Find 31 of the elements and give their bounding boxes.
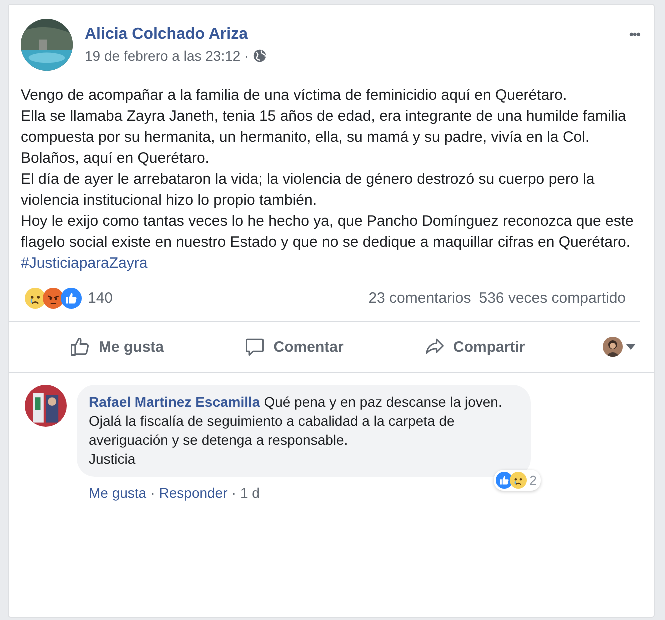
angry-reaction-icon	[43, 288, 64, 309]
post-paragraph: El día de ayer le arrebataron la vida; la violencia de género destrozó su cuerpo pero la violencia institucional hizo lo propio también.	[21, 170, 596, 211]
like-reaction-icon	[61, 288, 82, 309]
sad-reaction-icon	[510, 472, 527, 489]
post-paragraph: Hoy le exijo como tantas veces lo he hecho ya, que Pancho Domínguez reconozca que este flagelo social existe en nuestro Estado y que no se dedique a maquillar cifras en Querétaro.	[21, 212, 635, 253]
caret-icon	[626, 344, 636, 350]
comment-reaction-count: 2	[530, 472, 537, 490]
speech-bubble-icon	[244, 336, 266, 358]
sad-reaction-icon	[25, 288, 46, 309]
hashtag-link[interactable]: #JusticiaparaZayra	[21, 255, 148, 272]
comment-button[interactable]: Comentar	[240, 332, 348, 362]
thumbs-up-icon	[69, 336, 91, 358]
post-time[interactable]: 19 de febrero a las 23:12 ·	[85, 48, 250, 64]
author-name[interactable]: Alicia Colchado Ariza	[85, 26, 618, 44]
commenter-name[interactable]: Rafael Martinez Escamilla	[89, 394, 260, 410]
comments-count[interactable]: 23 comentarios	[368, 290, 472, 307]
post-paragraph: Ella se llamaba Zayra Janeth, tenia 15 años de edad, era integrante de una humilde familia compuesta por su hermanita, un hermanito, ella, su mamá y su padre, vivía en la Col. Bolaños, aquí en Querétaro.	[21, 107, 628, 169]
like-link[interactable]: Me gusta	[89, 485, 147, 501]
comment-age[interactable]: 1 d	[240, 485, 260, 501]
reply-link[interactable]: Responder	[159, 485, 228, 501]
reaction-avatar-selector[interactable]	[600, 335, 638, 359]
comment-text: Rafael Martinez Escamilla Qué pena y en paz descanse la joven. Ojalá la fiscalía de seguimiento a cabalidad a la carpeta de averiguación y se detenga a responsable. Justicia	[89, 394, 502, 467]
globe-icon	[253, 49, 268, 63]
shares-count[interactable]: 536 veces compartido	[479, 290, 626, 307]
separator-dot: ·	[150, 485, 156, 501]
share-button[interactable]: Compartir	[420, 332, 530, 362]
separator-dot: ·	[232, 485, 236, 501]
more-options-icon[interactable]: •••	[629, 27, 640, 42]
like-button[interactable]: Me gusta	[65, 332, 168, 362]
reaction-count[interactable]: 140	[88, 290, 114, 307]
post-paragraph: Vengo de acompañar a la familia de una víctima de feminicidio aquí en Querétaro.	[21, 86, 568, 106]
